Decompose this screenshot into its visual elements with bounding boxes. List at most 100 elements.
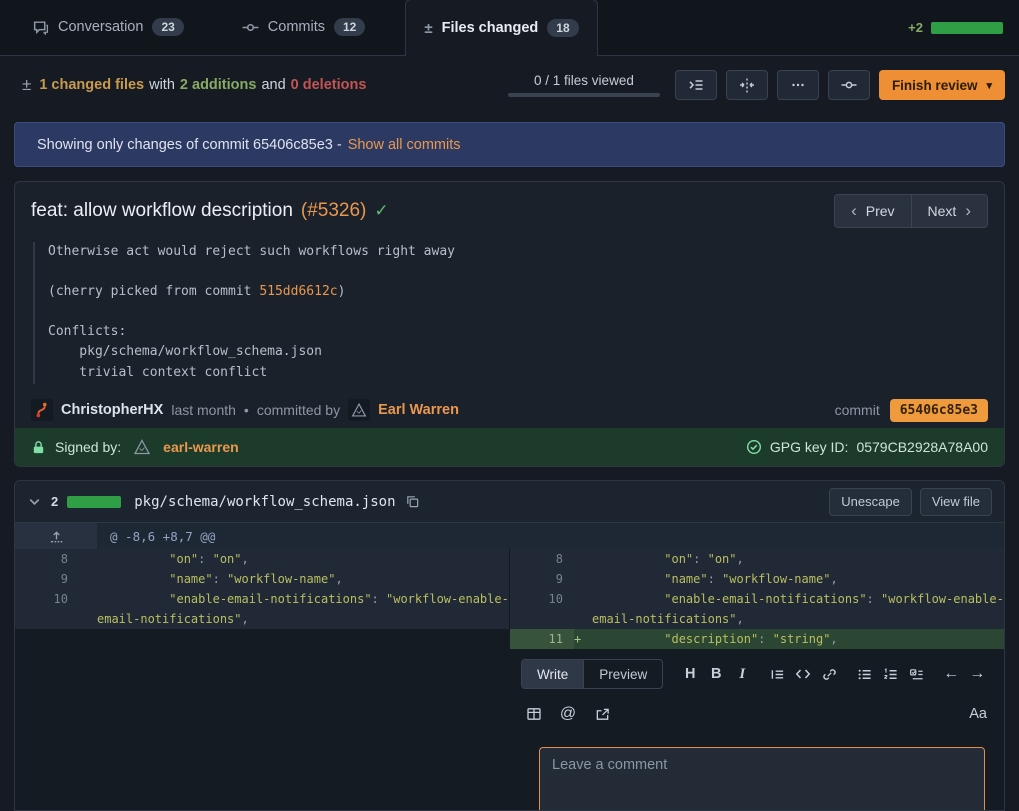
inline-comment-area: Write Preview H B I ← → (15, 649, 1004, 810)
write-tab[interactable]: Write (522, 660, 583, 688)
comment-form: Write Preview H B I ← → (521, 659, 999, 811)
line-number[interactable]: 10 (510, 589, 574, 629)
line-code: "name": "workflow-name", (97, 569, 509, 589)
committed-by-label: committed by (257, 402, 340, 418)
line-number[interactable]: 9 (15, 569, 79, 589)
line-code: "enable-email-notifications": "workflow-… (97, 589, 509, 629)
chevron-left-icon: ‹ (851, 201, 857, 221)
mention-icon[interactable]: @ (555, 701, 581, 727)
code-icon[interactable] (790, 661, 816, 687)
deletions-text: 0 deletions (291, 77, 367, 93)
file-diffstat-bar (67, 496, 121, 508)
view-file-button[interactable]: View file (920, 488, 992, 516)
files-viewed-bar (508, 93, 660, 97)
line-number[interactable]: 11 (510, 629, 574, 649)
prev-commit-button[interactable]: ‹ Prev (834, 194, 911, 228)
tab-conversation[interactable]: Conversation 23 (14, 0, 202, 55)
diff-options-button[interactable] (777, 70, 819, 100)
files-viewed-progress: 0 / 1 files viewed (508, 73, 660, 97)
link-icon[interactable] (816, 661, 842, 687)
commit-title: feat: allow workflow description (#5326)… (31, 200, 389, 222)
issue-reference[interactable]: (#5326) (301, 200, 367, 222)
diff-line-context: 8 "on": "on", (15, 549, 509, 569)
undo-icon[interactable]: ← (938, 661, 964, 687)
quote-icon[interactable] (764, 661, 790, 687)
line-number[interactable]: 9 (510, 569, 574, 589)
committer-name[interactable]: Earl Warren (378, 402, 459, 418)
author-avatar[interactable] (31, 399, 53, 421)
tab-files-changed[interactable]: ± Files changed 18 (405, 0, 597, 56)
diff-summary-row: ± 1 changed files with 2 additions and 0… (0, 57, 1019, 113)
diff-icon: ± (22, 75, 31, 95)
expand-hunk-button[interactable] (15, 523, 97, 549)
files-count-badge: 18 (547, 19, 578, 37)
file-tree-toggle-button[interactable] (675, 70, 717, 100)
commit-select-button[interactable] (828, 70, 870, 100)
reference-icon[interactable] (589, 701, 615, 727)
unescape-button[interactable]: Unescape (829, 488, 912, 516)
committer-avatar[interactable] (348, 399, 370, 421)
line-number[interactable]: 10 (15, 589, 79, 629)
line-sign (574, 589, 592, 629)
table-icon[interactable] (521, 701, 547, 727)
changed-files-summary: 1 changed files with 2 additions and 0 d… (39, 77, 366, 93)
comment-input[interactable] (539, 747, 985, 811)
cherry-pick-text: ) (338, 284, 346, 299)
redo-icon[interactable]: → (964, 661, 990, 687)
author-name[interactable]: ChristopherHX (61, 402, 163, 418)
tab-label: Files changed (442, 20, 539, 36)
diff-line-context: 8 "on": "on", (510, 549, 1005, 569)
signer-avatar[interactable] (130, 435, 154, 459)
files-viewed-label: 0 / 1 files viewed (508, 73, 660, 88)
cherry-pick-commit-link[interactable]: 515dd6612c (259, 284, 337, 299)
preview-tab[interactable]: Preview (583, 660, 662, 688)
diffstat-bar (931, 22, 1003, 34)
finish-review-button[interactable]: Finish review ▾ (879, 70, 1005, 100)
line-sign (79, 549, 97, 569)
heading-icon[interactable]: H (677, 661, 703, 687)
editor-mode-tabs: Write Preview (521, 659, 663, 689)
commit-message-line: Otherwise act would reject such workflow… (48, 242, 986, 263)
markdown-toolbar: H B I ← → (677, 661, 990, 687)
italic-icon[interactable]: I (729, 661, 755, 687)
signer-name[interactable]: earl-warren (163, 439, 238, 455)
tab-commits[interactable]: Commits 12 (224, 0, 384, 55)
commit-title-text: feat: allow workflow description (31, 200, 293, 222)
diff-line-context: 9 "name": "workflow-name", (510, 569, 1005, 589)
next-commit-button[interactable]: Next › (911, 194, 988, 228)
diff-line-context: 9 "name": "workflow-name", (15, 569, 509, 589)
gpg-key-label: GPG key ID: (770, 439, 849, 455)
line-number[interactable]: 8 (510, 549, 574, 569)
copy-path-icon[interactable] (405, 494, 420, 509)
show-all-commits-link[interactable]: Show all commits (348, 137, 461, 153)
signed-by-label: Signed by: (55, 439, 121, 455)
conversation-icon (32, 19, 49, 36)
finish-review-label: Finish review (892, 78, 978, 93)
bullet-list-icon[interactable] (851, 661, 877, 687)
collapse-file-icon[interactable] (27, 494, 42, 509)
pr-tabs: Conversation 23 Commits 12 ± Files chang… (0, 0, 1019, 55)
line-code: "on": "on", (97, 549, 509, 569)
task-list-icon[interactable] (903, 661, 929, 687)
lock-icon (31, 440, 46, 455)
file-name[interactable]: pkg/schema/workflow_schema.json (134, 494, 395, 510)
commit-status-check-icon[interactable]: ✓ (374, 201, 388, 221)
commit-icon (242, 19, 259, 36)
commit-detail-box: feat: allow workflow description (#5326)… (14, 181, 1005, 467)
commit-title-row: feat: allow workflow description (#5326)… (15, 182, 1004, 236)
verified-check-icon (746, 439, 762, 455)
numbered-list-icon[interactable] (877, 661, 903, 687)
line-number[interactable]: 8 (15, 549, 79, 569)
split-diff: 8 "on": "on",9 "name": "workflow-name",1… (15, 549, 1004, 649)
pull-request-files-page: Conversation 23 Commits 12 ± Files chang… (0, 0, 1019, 811)
commit-sha-badge[interactable]: 65406c85e3 (890, 399, 988, 422)
diff-toolbar: 0 / 1 files viewed Finish review ▾ (508, 70, 1005, 100)
conversation-count-badge: 23 (152, 18, 183, 36)
split-view-button[interactable] (726, 70, 768, 100)
font-toggle[interactable]: Aa (969, 706, 987, 722)
line-code: "on": "on", (592, 549, 1005, 569)
diff-right-column: 8 "on": "on",9 "name": "workflow-name",1… (510, 549, 1005, 649)
commit-message-body: Otherwise act would reject such workflow… (33, 242, 986, 384)
dot-separator: • (244, 402, 249, 418)
bold-icon[interactable]: B (703, 661, 729, 687)
